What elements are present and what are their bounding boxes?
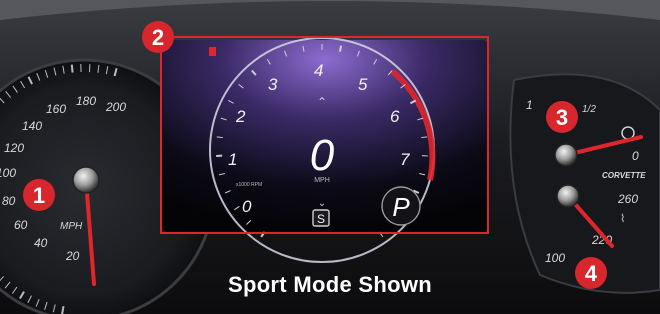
- tach-tick-3: 3: [268, 75, 278, 94]
- fuel-gauge-hub: [554, 143, 578, 167]
- callout-3-label: 3: [556, 105, 568, 130]
- tick-mark: [61, 306, 65, 314]
- tach-tick-1: 1: [228, 150, 237, 169]
- callout-3: 3: [546, 101, 578, 133]
- tach-tick-0: 0: [242, 197, 252, 216]
- speedometer-tick-120: 120: [4, 141, 24, 155]
- speedometer-hub: [72, 166, 100, 194]
- speedometer-tick-140: 140: [22, 119, 42, 133]
- temp-gauge-hub: [556, 184, 580, 208]
- chevron-up-icon: ⌃: [317, 95, 327, 109]
- chevron-down-icon: ⌄: [318, 198, 326, 209]
- instrument-cluster: 20 40 60 80 100 120 140 160 180 200 MPH …: [0, 0, 660, 314]
- tach-tick-2: 2: [235, 107, 246, 126]
- speedometer-tick-40: 40: [34, 236, 48, 250]
- tach-tick-6: 6: [390, 107, 400, 126]
- tach-tick-5: 5: [358, 75, 368, 94]
- speed-readout-unit: MPH: [314, 177, 330, 184]
- gear-indicator-label: S: [317, 212, 325, 226]
- warning-indicator-icon: [209, 47, 216, 56]
- speedometer-tick-200: 200: [105, 100, 126, 114]
- coolant-temp-icon: ⌇: [620, 212, 625, 225]
- callout-2-label: 2: [152, 25, 164, 50]
- speedometer-tick-100: 100: [0, 166, 16, 180]
- caption: Sport Mode Shown: [227, 272, 432, 297]
- speedometer-tick-80: 80: [2, 194, 16, 208]
- park-indicator-label: P: [392, 192, 410, 222]
- center-display: 0 1 2 3 4 5 6 7 ⌃ 0 MPH x1000 RPM ⌄ S P: [162, 37, 488, 263]
- speedometer-tick-160: 160: [46, 102, 66, 116]
- speedometer-tick-20: 20: [65, 249, 80, 263]
- fuel-gauge-tick-half: 1/2: [582, 104, 596, 115]
- fuel-gauge-tick-1: 1: [526, 98, 533, 112]
- speedometer-unit: MPH: [60, 221, 83, 232]
- rpm-label: x1000 RPM: [236, 182, 262, 188]
- callout-1: 1: [23, 179, 55, 211]
- temp-gauge-tick-100: 100: [545, 251, 565, 265]
- tach-tick-4: 4: [314, 61, 323, 80]
- callout-2: 2: [142, 21, 174, 53]
- temp-gauge-tick-260: 260: [617, 192, 638, 206]
- speed-readout: 0: [310, 131, 335, 180]
- tick-mark: [70, 64, 74, 73]
- speedometer-tick-180: 180: [76, 94, 96, 108]
- fuel-gauge-tick-0: 0: [632, 149, 639, 163]
- speedometer-tick-60: 60: [14, 218, 28, 232]
- callout-1-label: 1: [33, 183, 45, 208]
- brand-logo: CORVETTE: [602, 171, 646, 180]
- tach-tick-7: 7: [400, 150, 410, 169]
- tick-mark: [338, 45, 343, 52]
